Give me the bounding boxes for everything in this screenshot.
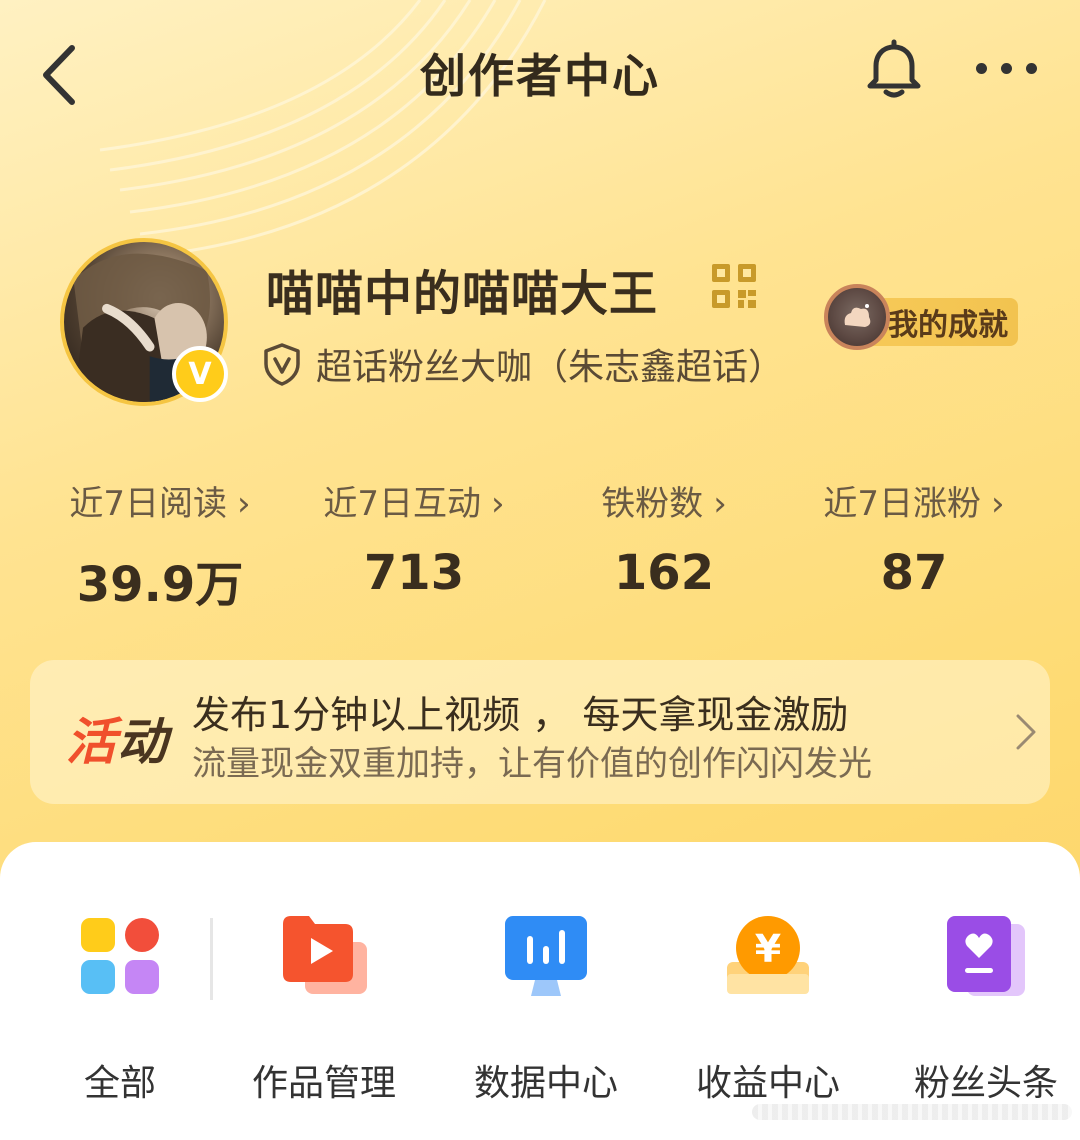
stat-label: 近7日阅读 › [30,476,290,525]
svg-text:¥: ¥ [755,927,781,971]
stat-label: 铁粉数 › [534,476,794,525]
chevron-right-icon: › [237,484,251,524]
tool-income-center[interactable]: ¥ 收益中心 [668,912,868,1106]
all-apps-icon [81,918,159,994]
achievement-label: 我的成就 [888,308,1008,343]
more-options-icon[interactable] [966,50,1046,86]
activity-banner[interactable]: 活动 发布1分钟以上视频 ， 每天拿现金激励 流量现金双重加持，让有价值的创作闪… [30,660,1050,804]
works-manage-icon [283,916,367,994]
activity-tag-part2: 动 [117,713,168,771]
more-dot [975,62,987,74]
stat-label: 近7日涨粉 › [784,476,1044,525]
shield-v-icon [264,343,300,386]
achievement-medal-icon [824,284,890,350]
stat-label-text: 近7日阅读 [69,484,228,524]
stat-value: 87 [880,545,948,601]
chevron-right-icon: › [491,484,505,524]
stat-label-text: 近7日涨粉 [823,484,982,524]
tool-label: 全部 [83,1063,156,1104]
stat-new-fans-7d[interactable]: 近7日涨粉 › 87 [784,476,1044,601]
achievement-button[interactable]: 我的成就 [824,284,1020,350]
tool-label: 粉丝头条 [913,1063,1058,1104]
stat-interactions-7d[interactable]: 近7日互动 › 713 [284,476,544,601]
tool-fan-headline[interactable]: 粉丝头条 [886,912,1080,1106]
stat-label-text: 近7日互动 [323,484,482,524]
stat-reads-7d[interactable]: 近7日阅读 › 39.9万 [30,476,290,615]
qr-code-icon[interactable] [710,262,758,310]
stat-value: 713 [363,545,465,601]
username: 喵喵中的喵喵大王 [266,266,659,322]
chevron-right-icon: › [991,484,1005,524]
scroll-indicator[interactable] [752,1104,1072,1120]
fan-title-row[interactable]: 超话粉丝大咖（朱志鑫超话） [262,338,784,390]
tools-panel: 全部 作品管理 数据中心 ¥ 收益中心 粉丝头条 [0,842,1080,1140]
stat-label-text: 铁粉数 [601,484,704,524]
tools-divider [210,918,213,1000]
bell-icon[interactable] [862,36,926,100]
activity-title: 发布1分钟以上视频 ， 每天拿现金激励 [192,693,849,737]
tool-all[interactable]: 全部 [20,912,220,1106]
stat-value: 162 [613,545,715,601]
tool-works-manage[interactable]: 作品管理 [224,912,424,1106]
income-center-icon: ¥ [727,916,809,994]
verified-v-icon: V [172,346,228,402]
fan-headline-icon [947,916,1025,996]
tool-label: 数据中心 [473,1063,618,1104]
more-dot [1025,62,1037,74]
stat-iron-fans[interactable]: 铁粉数 › 162 [534,476,794,601]
data-center-icon [505,916,587,996]
activity-subtitle: 流量现金双重加持，让有价值的创作闪闪发光 [192,744,872,784]
tool-label: 收益中心 [695,1063,840,1104]
stat-label: 近7日互动 › [284,476,544,525]
more-dot [1000,62,1012,74]
stat-value: 39.9万 [76,557,244,613]
chevron-right-icon [1016,714,1036,750]
activity-tag-part1: 活 [66,713,117,771]
fan-title: 超话粉丝大咖（朱志鑫超话） [316,347,785,388]
chevron-right-icon: › [713,484,727,524]
tool-data-center[interactable]: 数据中心 [446,912,646,1106]
tool-label: 作品管理 [251,1063,396,1104]
activity-tag: 活动 [66,702,168,774]
